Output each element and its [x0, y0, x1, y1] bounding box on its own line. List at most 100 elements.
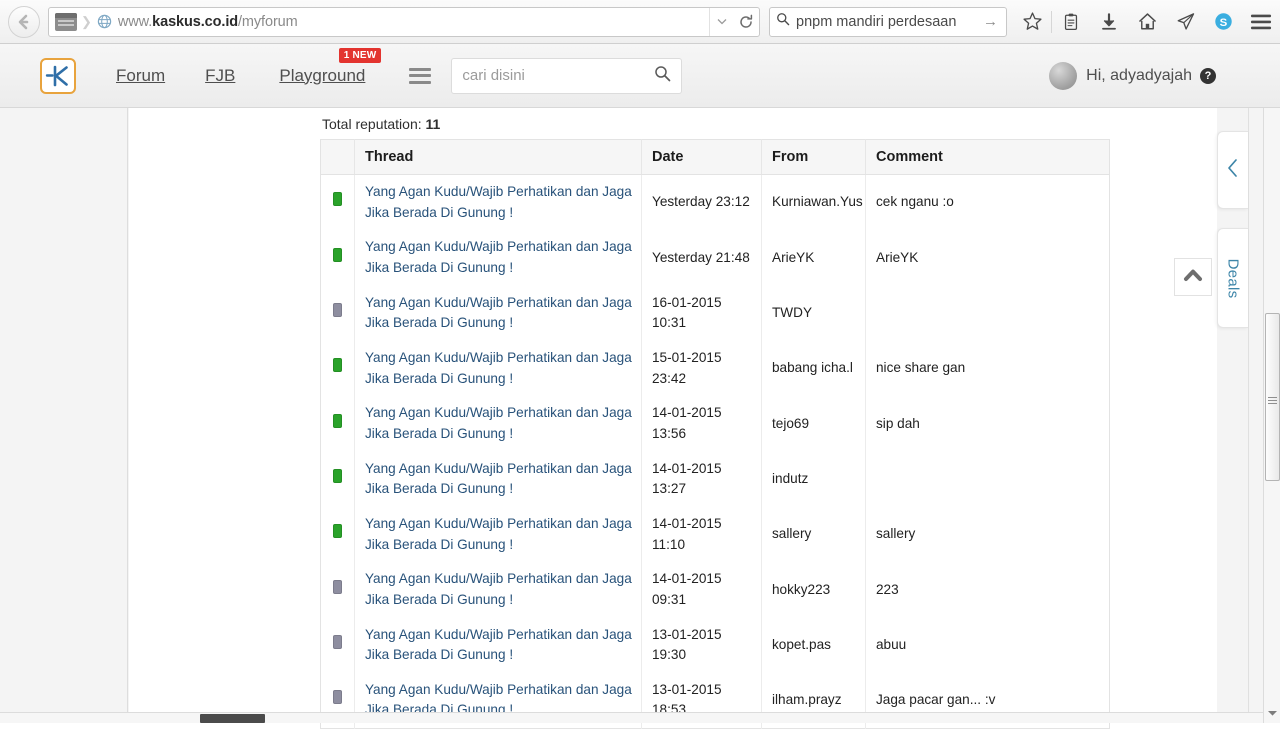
rep-indicator-cell [320, 340, 355, 397]
avatar[interactable] [1049, 61, 1078, 90]
thread-cell: Yang Agan Kudu/Wajib Perhatikan dan Jaga… [354, 230, 642, 286]
from-cell: TWDY [761, 285, 866, 341]
reputation-table: Thread Date From Comment Yang Agan Kudu/… [320, 139, 1110, 729]
date-cell: Yesterday 23:12 [641, 174, 762, 231]
horizontal-scrollbar-thumb[interactable] [200, 714, 265, 723]
column-header-date[interactable]: Date [641, 139, 762, 175]
home-icon[interactable] [1128, 4, 1166, 40]
thread-cell: Yang Agan Kudu/Wajib Perhatikan dan Jaga… [354, 396, 642, 452]
nav-fjb[interactable]: FJB [205, 66, 235, 86]
browser-search-query: pnpm mandiri perdesaan [796, 13, 957, 30]
comment-cell: sallery [876, 526, 916, 542]
reputation-neutral-icon [333, 579, 342, 594]
thread-link[interactable]: Yang Agan Kudu/Wajib Perhatikan dan Jaga… [365, 348, 633, 389]
date-cell: 14-01-2015 13:27 [641, 451, 762, 507]
column-header-comment[interactable]: Comment [865, 139, 1110, 175]
table-row: Yang Agan Kudu/Wajib Perhatikan dan Jaga… [320, 396, 1110, 452]
thread-cell: Yang Agan Kudu/Wajib Perhatikan dan Jaga… [354, 340, 642, 397]
arrow-up-icon [1182, 265, 1204, 290]
column-header-rep [320, 139, 355, 175]
from-cell: babang icha.l [761, 340, 866, 397]
reputation-positive-icon [333, 358, 342, 373]
rep-indicator-cell [320, 285, 355, 341]
rep-indicator-cell [320, 506, 355, 563]
rep-indicator-cell [320, 174, 355, 231]
download-icon[interactable] [1090, 4, 1128, 40]
reader-list-icon[interactable] [1052, 4, 1090, 40]
thread-link[interactable]: Yang Agan Kudu/Wajib Perhatikan dan Jaga… [365, 625, 633, 666]
pocket-send-icon[interactable] [1166, 4, 1204, 40]
new-badge: 1 NEW [338, 47, 382, 63]
thread-link[interactable]: Yang Agan Kudu/Wajib Perhatikan dan Jaga… [365, 569, 633, 610]
table-row: Yang Agan Kudu/Wajib Perhatikan dan Jaga… [320, 230, 1110, 286]
user-greeting: Hi, adyadyajah [1086, 66, 1192, 84]
vertical-scrollbar[interactable] [1263, 108, 1280, 723]
scrollbar-down-arrow-icon[interactable] [1264, 704, 1280, 721]
date-cell: 14-01-2015 09:31 [641, 562, 762, 618]
help-icon[interactable]: ? [1200, 67, 1216, 84]
back-button[interactable] [8, 5, 40, 38]
total-reputation-value: 11 [425, 116, 441, 132]
globe-icon [97, 14, 112, 29]
user-menu[interactable]: Hi, adyadyajah ? [1049, 61, 1216, 90]
nav-forum[interactable]: Forum [116, 66, 165, 86]
search-icon [776, 12, 790, 31]
thread-link[interactable]: Yang Agan Kudu/Wajib Perhatikan dan Jaga… [365, 237, 633, 278]
browser-search-box[interactable]: pnpm mandiri perdesaan → [769, 6, 1007, 37]
from-cell: indutz [761, 451, 866, 507]
thread-cell: Yang Agan Kudu/Wajib Perhatikan dan Jaga… [354, 506, 642, 563]
deals-tab[interactable]: Deals [1217, 228, 1248, 328]
kaskus-logo-icon[interactable] [40, 57, 76, 94]
from-cell: Kurniawan.Yus [761, 174, 866, 231]
page-body: Total reputation: 11 Thread Date From Co… [0, 108, 1280, 729]
table-row: Yang Agan Kudu/Wajib Perhatikan dan Jaga… [320, 285, 1110, 341]
scroll-to-top-button[interactable] [1174, 258, 1212, 296]
thread-link[interactable]: Yang Agan Kudu/Wajib Perhatikan dan Jaga… [365, 293, 633, 334]
site-menu-hamburger-icon[interactable] [409, 67, 432, 84]
browser-toolbar: ❯ www.kaskus.co.id/myforum pnpm mandiri … [0, 0, 1280, 44]
site-search-input[interactable]: cari disini [462, 67, 654, 84]
from-cell: hokky223 [761, 562, 866, 618]
reputation-positive-icon [333, 192, 342, 207]
address-bar[interactable]: ❯ www.kaskus.co.id/myforum [48, 6, 760, 37]
comment-cell: sip dah [876, 415, 920, 431]
date-cell: 14-01-2015 13:56 [641, 396, 762, 452]
search-go-icon[interactable]: → [983, 13, 1000, 30]
comment-cell: nice share gan [876, 360, 966, 376]
bookmark-star-icon[interactable] [1013, 4, 1051, 40]
chevron-left-icon [1225, 157, 1241, 184]
collapse-panel-tab[interactable] [1217, 131, 1248, 209]
column-header-from[interactable]: From [761, 139, 866, 175]
url-text: www.kaskus.co.id/myforum [117, 13, 298, 30]
table-row: Yang Agan Kudu/Wajib Perhatikan dan Jaga… [320, 174, 1110, 231]
site-search-box[interactable]: cari disini [451, 57, 683, 94]
comment-cell [866, 286, 1110, 341]
breadcrumb-chevron-icon: ❯ [81, 13, 92, 29]
thread-link[interactable]: Yang Agan Kudu/Wajib Perhatikan dan Jaga… [365, 459, 633, 500]
from-cell: tejo69 [761, 396, 866, 452]
date-cell: Yesterday 21:48 [641, 230, 762, 286]
rep-indicator-cell [320, 617, 355, 673]
site-identity-icon [55, 12, 77, 31]
browser-toolbar-icons: S [1013, 4, 1280, 40]
column-header-thread[interactable]: Thread [354, 139, 642, 175]
vertical-scrollbar-thumb[interactable] [1265, 313, 1280, 481]
reputation-neutral-icon [333, 302, 342, 317]
total-reputation-label: Total reputation: [322, 116, 422, 132]
reload-icon[interactable] [733, 8, 759, 36]
thread-link[interactable]: Yang Agan Kudu/Wajib Perhatikan dan Jaga… [365, 182, 633, 223]
reputation-positive-icon [333, 468, 342, 483]
nav-playground[interactable]: Playground 1 NEW [279, 47, 382, 86]
table-row: Yang Agan Kudu/Wajib Perhatikan dan Jaga… [320, 562, 1110, 618]
menu-hamburger-icon[interactable] [1242, 4, 1280, 40]
table-header-row: Thread Date From Comment [320, 139, 1110, 175]
site-search-icon[interactable] [654, 65, 671, 87]
horizontal-scrollbar[interactable] [0, 712, 1263, 723]
total-reputation: Total reputation: 11 [320, 108, 1120, 139]
address-dropdown-icon[interactable] [709, 7, 733, 36]
skype-icon[interactable]: S [1204, 4, 1242, 40]
thread-link[interactable]: Yang Agan Kudu/Wajib Perhatikan dan Jaga… [365, 403, 633, 444]
thread-link[interactable]: Yang Agan Kudu/Wajib Perhatikan dan Jaga… [365, 514, 633, 555]
table-row: Yang Agan Kudu/Wajib Perhatikan dan Jaga… [320, 506, 1110, 563]
thread-cell: Yang Agan Kudu/Wajib Perhatikan dan Jaga… [354, 617, 642, 673]
